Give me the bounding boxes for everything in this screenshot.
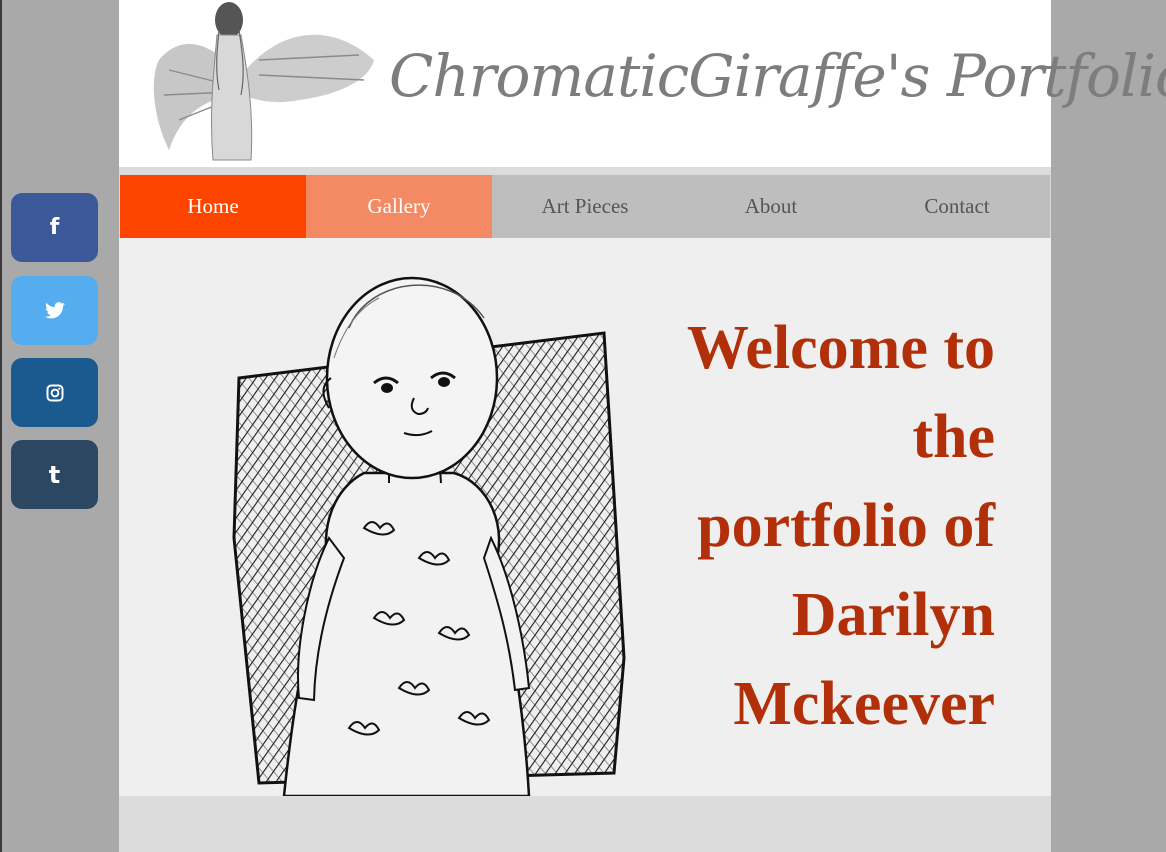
nav-art-pieces[interactable]: Art Pieces [492,175,678,238]
window-edge [0,0,2,852]
winged-figure-logo [153,2,374,161]
page-container: ChromaticGiraffe's Portfolio Home Galler… [119,0,1166,852]
nav-gallery[interactable]: Gallery [306,175,492,238]
welcome-line: portfolio of [697,492,995,560]
facebook-icon: f [49,215,60,240]
twitter-icon [44,302,65,319]
site-header: ChromaticGiraffe's Portfolio [119,0,1166,167]
tumblr-icon: t [48,460,61,489]
nav-contact[interactable]: Contact [864,175,1050,238]
twitter-button[interactable] [11,276,98,345]
welcome-line: Mckeever [733,670,995,738]
welcome-line: the [912,403,995,471]
instagram-icon [46,384,64,402]
welcome-line: Darilyn [791,581,995,649]
facebook-button[interactable]: f [11,193,98,262]
instagram-button[interactable] [11,358,98,427]
welcome-line: Welcome to [686,314,995,382]
nav-home[interactable]: Home [120,175,306,238]
tumblr-button[interactable]: t [11,440,98,509]
hero-section: Welcome to the portfolio of Darilyn Mcke… [119,238,1051,796]
welcome-heading: Welcome to the portfolio of Darilyn Mcke… [575,304,995,749]
nav-about[interactable]: About [678,175,864,238]
content-footer-area [119,796,1051,852]
main-nav: Home Gallery Art Pieces About Contact [119,174,1051,239]
site-title: ChromaticGiraffe's Portfolio [389,42,1166,110]
